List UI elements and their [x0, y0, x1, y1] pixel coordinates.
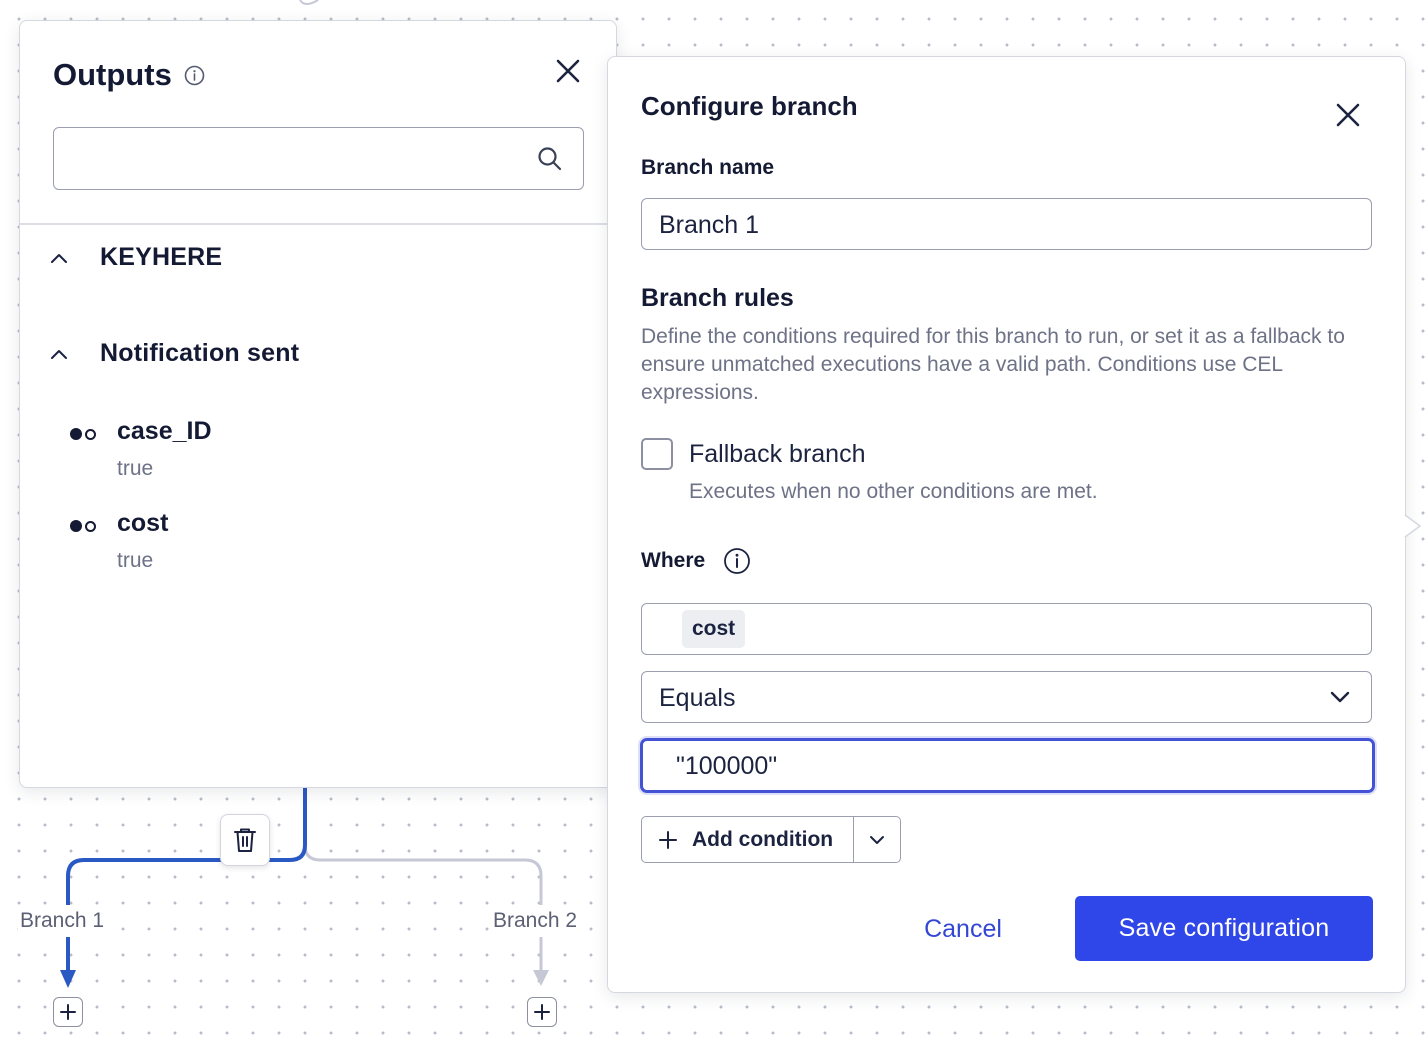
chevron-down-icon: [1330, 691, 1350, 703]
where-row: Where: [641, 547, 751, 575]
output-group-keyhere[interactable]: KEYHERE: [50, 243, 222, 272]
info-icon[interactable]: [723, 547, 751, 575]
search-icon[interactable]: [537, 146, 563, 172]
fallback-branch-help: Executes when no other conditions are me…: [689, 480, 1098, 503]
branch-1-label[interactable]: Branch 1: [18, 909, 107, 933]
plus-icon: [534, 1004, 550, 1020]
add-condition-button[interactable]: Add condition: [642, 817, 854, 862]
output-group-notification-sent[interactable]: Notification sent: [50, 339, 299, 368]
info-icon[interactable]: [184, 65, 205, 86]
outputs-header: Outputs: [53, 57, 205, 93]
condition-value-input[interactable]: "100000": [640, 738, 1375, 793]
plus-icon: [659, 830, 677, 849]
config-title: Configure branch: [641, 91, 858, 121]
save-configuration-button[interactable]: Save configuration: [1075, 896, 1373, 961]
configure-branch-panel: Configure branch Branch name Branch 1 Br…: [607, 56, 1406, 993]
condition-value: "100000": [676, 752, 778, 780]
outputs-close-button[interactable]: [548, 51, 588, 91]
variable-value: true: [117, 457, 154, 480]
add-condition-dropdown-button[interactable]: [854, 817, 900, 862]
delete-branch-button[interactable]: [220, 814, 270, 866]
variable-value: true: [117, 549, 154, 572]
outputs-panel: Outputs KEYHERE Notification sent case_I…: [19, 20, 617, 788]
branch-name-value: Branch 1: [659, 211, 760, 239]
operator-value: Equals: [659, 684, 736, 712]
fallback-branch-label[interactable]: Fallback branch: [689, 440, 865, 469]
chevron-down-icon: [870, 835, 884, 844]
chevron-up-icon: [50, 252, 72, 264]
trash-icon: [234, 828, 256, 852]
close-icon: [556, 59, 580, 83]
add-condition-label: Add condition: [692, 827, 834, 851]
outputs-search-box[interactable]: [53, 127, 584, 190]
variable-icon: [70, 520, 96, 532]
group-label: Notification sent: [100, 339, 300, 367]
panel-edge-caret: [1404, 514, 1422, 538]
edge-branch-2: [303, 788, 543, 905]
branch-2-label[interactable]: Branch 2: [491, 909, 580, 933]
variable-name: case_ID: [117, 417, 212, 445]
variable-name: cost: [117, 509, 169, 537]
outputs-search-input[interactable]: [68, 140, 518, 178]
cancel-button[interactable]: Cancel: [898, 909, 1028, 949]
config-close-button[interactable]: [1328, 95, 1368, 135]
condition-field-input[interactable]: cost: [641, 603, 1372, 655]
add-condition-split-button: Add condition: [641, 816, 901, 863]
condition-operator-select[interactable]: Equals: [641, 671, 1372, 723]
branch-rules-title: Branch rules: [641, 284, 794, 312]
fallback-branch-checkbox[interactable]: [641, 438, 673, 470]
close-icon: [1336, 103, 1360, 127]
where-label: Where: [641, 549, 706, 572]
outputs-divider: [20, 223, 616, 225]
plus-icon: [60, 1004, 76, 1020]
chevron-up-icon: [50, 348, 72, 360]
branch-rules-description: Define the conditions required for this …: [641, 325, 1345, 404]
field-chip[interactable]: cost: [682, 610, 746, 648]
variable-icon: [70, 428, 96, 440]
add-step-branch-2-button[interactable]: [527, 997, 557, 1027]
group-label: KEYHERE: [100, 243, 223, 271]
branch-name-input[interactable]: Branch 1: [641, 198, 1372, 250]
outputs-title: Outputs: [53, 57, 172, 92]
branch-name-label: Branch name: [641, 156, 775, 179]
add-step-branch-1-button[interactable]: [53, 997, 83, 1027]
